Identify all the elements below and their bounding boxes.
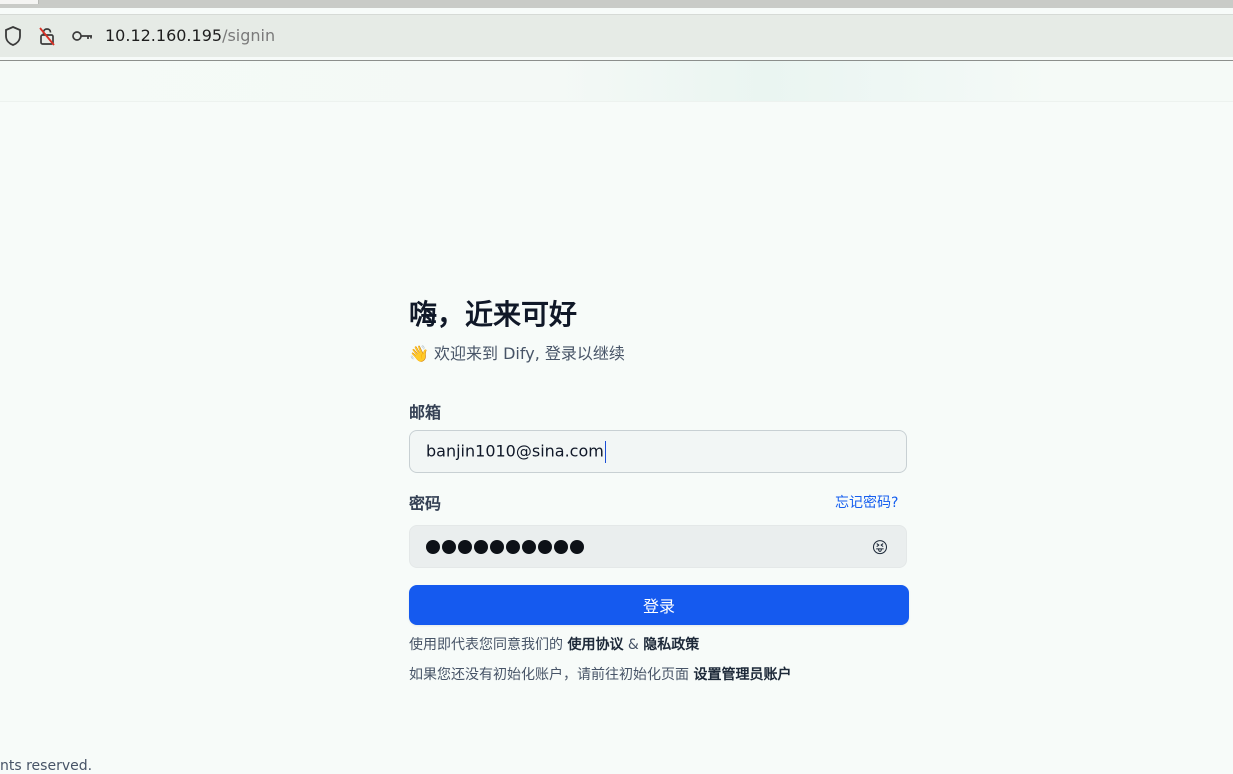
terms-notice: 使用即代表您同意我们的 使用协议 & 隐私政策 <box>409 634 699 656</box>
password-mask-dot <box>522 539 536 554</box>
browser-tab[interactable] <box>0 0 39 4</box>
show-password-toggle-icon[interactable]: 😝 <box>870 537 890 557</box>
footer-copyright: nts reserved. <box>0 758 93 774</box>
login-button[interactable]: 登录 <box>409 585 909 625</box>
init-prefix: 如果您还没有初始化账户，请前往初始化页面 <box>409 667 689 683</box>
browser-tab-strip <box>0 0 1233 8</box>
page-title: 嗨，近来可好 <box>409 298 578 331</box>
password-mask-dot <box>506 539 520 554</box>
url-path: /signin <box>222 26 276 45</box>
shield-icon[interactable] <box>4 26 24 46</box>
privacy-link[interactable]: 隐私政策 <box>643 637 699 653</box>
password-label: 密码 <box>409 494 442 513</box>
init-notice: 如果您还没有初始化账户，请前往初始化页面 设置管理员账户 <box>409 664 791 686</box>
forgot-password-link[interactable]: 忘记密码? <box>835 492 898 514</box>
terms-amp: & <box>627 637 639 653</box>
password-mask-dot <box>490 539 504 554</box>
password-mask-dot <box>570 539 584 554</box>
page-header <box>0 61 1233 102</box>
url-text[interactable]: 10.12.160.195/signin <box>105 25 275 47</box>
subtitle-text: 欢迎来到 Dify, 登录以继续 <box>434 344 625 363</box>
text-caret <box>604 440 606 463</box>
password-mask-dot <box>458 539 472 554</box>
password-mask-dot <box>554 539 568 554</box>
email-value-text: banjin1010@sina.com <box>426 441 604 460</box>
no-lock-icon[interactable] <box>37 26 57 46</box>
email-value[interactable]: banjin1010@sina.com <box>426 440 606 463</box>
email-label: 邮箱 <box>409 403 442 422</box>
terms-link[interactable]: 使用协议 <box>567 637 623 653</box>
password-mask-dot <box>426 539 440 554</box>
password-field[interactable]: 😝 <box>409 525 907 568</box>
wave-icon: 👋 <box>409 344 429 363</box>
page-subtitle: 👋 欢迎来到 Dify, 登录以继续 <box>409 342 625 366</box>
key-icon[interactable] <box>70 26 92 46</box>
url-host: 10.12.160.195 <box>105 26 223 45</box>
password-mask-dot <box>474 539 488 554</box>
password-mask-dot <box>442 539 456 554</box>
signin-page: 嗨，近来可好 👋 欢迎来到 Dify, 登录以继续 邮箱 banjin1010@… <box>0 61 1233 774</box>
setup-admin-link[interactable]: 设置管理员账户 <box>693 667 791 683</box>
password-mask-dot <box>538 539 552 554</box>
email-field[interactable]: banjin1010@sina.com <box>409 430 907 473</box>
terms-prefix: 使用即代表您同意我们的 <box>409 637 563 653</box>
address-bar[interactable]: 10.12.160.195/signin <box>0 14 1233 57</box>
password-mask <box>426 539 584 554</box>
